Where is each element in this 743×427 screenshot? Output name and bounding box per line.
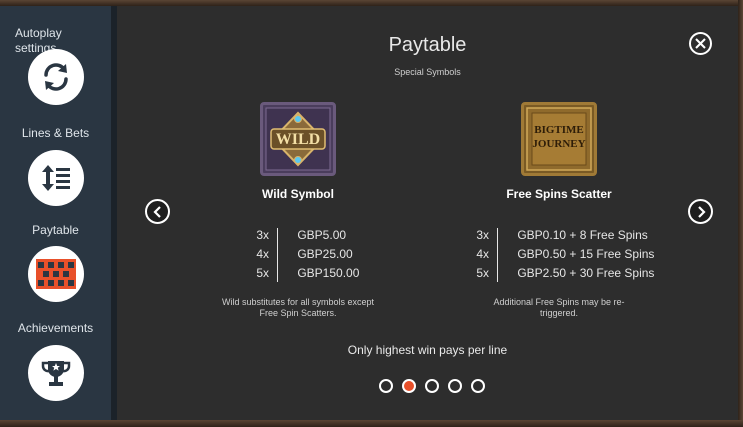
scatter-symbol-name: Free Spins Scatter	[506, 187, 612, 201]
page-dot-3[interactable]	[425, 379, 439, 393]
pay-value: GBP25.00	[297, 247, 353, 261]
frame-bottom	[0, 420, 743, 427]
page-dot-4[interactable]	[448, 379, 462, 393]
previous-page-button[interactable]	[145, 199, 170, 224]
page-subtitle: Special Symbols	[394, 67, 461, 77]
paytable-button[interactable]	[28, 246, 84, 302]
table-row: 5x GBP2.50 + 30 Free Spins	[462, 264, 682, 283]
scatter-pay-table: 3x GBP0.10 + 8 Free Spins 4x GBP0.50 + 1…	[462, 226, 682, 283]
sidebar: Autoplay settings Lines & Bets Paytable	[0, 6, 111, 420]
chevron-right-icon	[697, 205, 706, 218]
scatter-symbol-card: BIGTIME JOURNEY Free Spins Scatter	[459, 102, 659, 201]
note-line: Additional Free Spins may be re-	[493, 297, 625, 307]
paytable-panel: Paytable Special Symbols WILD Wild Symbo…	[117, 6, 738, 420]
paytable-grid-icon	[36, 259, 76, 289]
note-line: triggered.	[539, 308, 579, 318]
pay-table-divider	[277, 228, 278, 282]
scatter-symbol-image: BIGTIME JOURNEY	[521, 102, 597, 176]
page-dot-1[interactable]	[379, 379, 393, 393]
achievements-button[interactable]	[28, 345, 84, 401]
note-line: Wild substitutes for all symbols except	[221, 297, 375, 307]
autoplay-button[interactable]	[28, 49, 84, 105]
sidebar-item-paytable[interactable]: Paytable	[0, 223, 111, 238]
wild-symbol-note: Wild substitutes for all symbols except …	[198, 297, 398, 319]
page-dot-5[interactable]	[471, 379, 485, 393]
note-line: Free Spin Scatters.	[259, 308, 337, 318]
next-page-button[interactable]	[688, 199, 713, 224]
wild-symbol-image: WILD	[260, 102, 336, 176]
sidebar-item-label: Achievements	[17, 321, 94, 335]
pay-multiplier: 3x	[476, 228, 489, 242]
lines-bets-button[interactable]	[28, 150, 84, 206]
wild-pay-table: 3x GBP5.00 4x GBP25.00 5x GBP150.00	[242, 226, 442, 283]
close-button[interactable]	[689, 32, 712, 55]
pay-multiplier: 3x	[256, 228, 269, 242]
sidebar-item-lines-bets[interactable]: Lines & Bets	[0, 126, 111, 141]
pay-multiplier: 5x	[256, 266, 269, 280]
table-row: 5x GBP150.00	[242, 264, 442, 283]
lines-bets-icon	[42, 165, 70, 191]
pay-value: GBP0.50 + 15 Free Spins	[517, 247, 655, 261]
scatter-symbol-text: JOURNEY	[532, 138, 586, 150]
scatter-symbol-text: BIGTIME	[534, 124, 584, 136]
pay-multiplier: 4x	[256, 247, 269, 261]
pay-multiplier: 4x	[476, 247, 489, 261]
pay-value: GBP150.00	[297, 266, 360, 280]
table-row: 3x GBP0.10 + 8 Free Spins	[462, 226, 682, 245]
sidebar-item-label: Paytable	[32, 223, 79, 237]
sidebar-item-label: Lines & Bets	[21, 126, 90, 140]
pay-table-divider	[497, 228, 498, 282]
wild-symbol-text: WILD	[275, 131, 321, 148]
table-row: 4x GBP25.00	[242, 245, 442, 264]
page-title: Paytable	[388, 34, 467, 56]
pay-value: GBP2.50 + 30 Free Spins	[517, 266, 655, 280]
page-dot-2[interactable]	[402, 379, 416, 393]
wild-symbol-card: WILD Wild Symbol	[198, 102, 398, 201]
scatter-symbol-note: Additional Free Spins may be re- trigger…	[459, 297, 659, 319]
frame-right	[738, 0, 743, 427]
table-row: 4x GBP0.50 + 15 Free Spins	[462, 245, 682, 264]
table-row: 3x GBP5.00	[242, 226, 442, 245]
win-rule-note: Only highest win pays per line	[347, 343, 508, 357]
pay-value: GBP0.10 + 8 Free Spins	[517, 228, 648, 242]
close-icon	[695, 38, 706, 49]
refresh-icon	[44, 63, 68, 91]
pay-multiplier: 5x	[476, 266, 489, 280]
chevron-left-icon	[152, 205, 161, 218]
wild-symbol-name: Wild Symbol	[262, 187, 334, 201]
trophy-icon	[41, 361, 71, 386]
pay-value: GBP5.00	[297, 228, 347, 242]
sidebar-item-achievements[interactable]: Achievements	[0, 321, 111, 336]
